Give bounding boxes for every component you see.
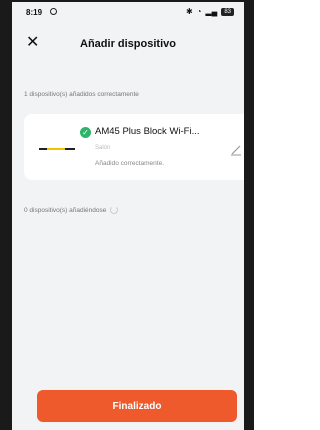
bluetooth-icon: ✱	[185, 7, 193, 16]
device-image-accent	[47, 148, 65, 150]
app-screen: 8:19 ✱ ◔ ▂▄ 83 ✕ Añadir dispositivo 1 di…	[12, 2, 244, 430]
notification-icon	[50, 8, 57, 15]
loading-spinner-icon	[110, 206, 119, 214]
status-time: 8:19	[26, 8, 43, 17]
status-bar: 8:19 ✱ ◔ ▂▄ 83	[12, 2, 244, 24]
edit-icon[interactable]	[230, 144, 242, 156]
signal-icon: ▂▄	[205, 7, 218, 16]
check-icon: ✓	[80, 127, 91, 138]
phone-frame: 8:19 ✱ ◔ ▂▄ 83 ✕ Añadir dispositivo 1 di…	[0, 0, 254, 430]
device-image	[39, 144, 79, 154]
adding-devices-label: 0 dispositivo(s) añadiéndose	[24, 206, 119, 214]
device-card[interactable]: ✓ AM45 Plus Block Wi-Fi... Salón Añadido…	[24, 114, 244, 180]
device-room: Salón	[95, 145, 111, 151]
finish-button[interactable]: Finalizado	[37, 390, 237, 422]
device-name: AM45 Plus Block Wi-Fi...	[95, 126, 200, 137]
header: ✕ Añadir dispositivo	[12, 30, 244, 60]
page-title: Añadir dispositivo	[80, 38, 176, 50]
added-devices-label: 1 dispositivo(s) añadidos correctamente	[24, 91, 139, 98]
device-status: Añadido correctamente.	[95, 160, 165, 167]
adding-devices-text: 0 dispositivo(s) añadiéndose	[24, 206, 107, 214]
battery-icon: 83	[221, 7, 234, 16]
status-icons: ✱ ◔ ▂▄ 83	[186, 7, 234, 16]
wifi-icon: ◔	[196, 7, 202, 16]
